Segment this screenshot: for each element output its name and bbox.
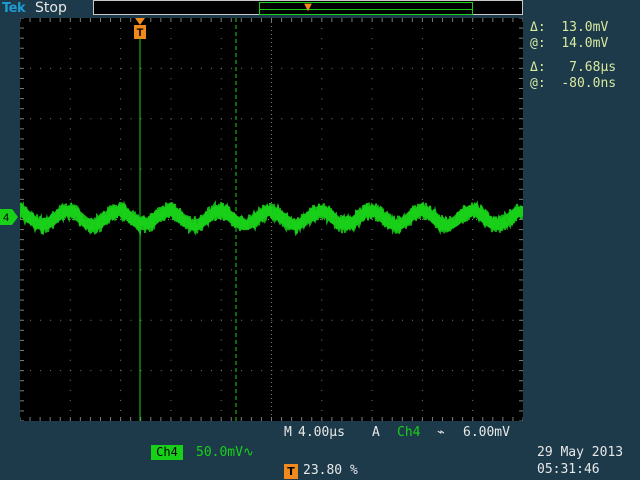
- date-time: 29 May 2013 05:31:46: [537, 444, 623, 478]
- at-symbol: @:: [530, 36, 546, 51]
- horizontal-scale[interactable]: 4.00µs: [298, 425, 345, 440]
- time: 05:31:46: [537, 462, 600, 477]
- delta-symbol: Δ:: [530, 60, 546, 75]
- time-delta-value: 7.68µs: [569, 60, 617, 75]
- coupling-icon: ∿: [242, 445, 254, 460]
- record-view-line: [260, 9, 472, 10]
- channel-ground-marker-icon[interactable]: 4: [0, 209, 18, 225]
- channel-scale[interactable]: 50.0mV∿: [196, 445, 254, 460]
- channel-label[interactable]: Ch4: [151, 445, 183, 460]
- trigger-level[interactable]: 6.00mV: [463, 425, 510, 440]
- trigger-arrow-icon: [135, 18, 145, 25]
- cursor-readouts: Δ: 13.0mV @: 14.0mV Δ: 7.68µs @: -80.0ns: [530, 20, 640, 92]
- time-at-row: @: -80.0ns: [530, 76, 640, 92]
- bottom-status: M 4.00µs A Ch4 ⌁ 6.00mV Ch4 50.0mV∿ T 23…: [0, 421, 640, 480]
- brand-logo: Tek: [2, 1, 26, 16]
- record-length-bar: ▼: [93, 0, 523, 15]
- trigger-slope-icon: ⌁: [437, 425, 445, 440]
- trigger-mode: A: [372, 425, 380, 440]
- acquisition-state[interactable]: Stop: [35, 0, 67, 16]
- graticule-svg: T: [18, 17, 524, 422]
- voltage-delta-row: Δ: 13.0mV: [530, 20, 640, 36]
- channel-marker-label: 4: [3, 212, 9, 224]
- record-view-window[interactable]: [259, 2, 473, 15]
- time-delta-row: Δ: 7.68µs: [530, 60, 640, 76]
- at-symbol: @:: [530, 76, 546, 91]
- horizontal-label: M: [284, 425, 292, 440]
- voltage-at-row: @: 14.0mV: [530, 36, 640, 52]
- record-trigger-icon: ▼: [304, 2, 312, 13]
- trigger-marker-label: T: [137, 27, 144, 39]
- delta-symbol: Δ:: [530, 20, 546, 35]
- trigger-position[interactable]: 23.80 %: [303, 463, 358, 478]
- date: 29 May 2013: [537, 445, 624, 460]
- voltage-delta-value: 13.0mV: [561, 20, 609, 35]
- voltage-at-value: 14.0mV: [561, 36, 609, 51]
- status-bar: Tek Stop ▼: [0, 0, 640, 18]
- trigger-position-icon: T: [284, 464, 298, 479]
- trigger-source[interactable]: Ch4: [397, 425, 420, 440]
- waveform-display[interactable]: T: [18, 17, 524, 422]
- time-at-value: -80.0ns: [561, 76, 617, 91]
